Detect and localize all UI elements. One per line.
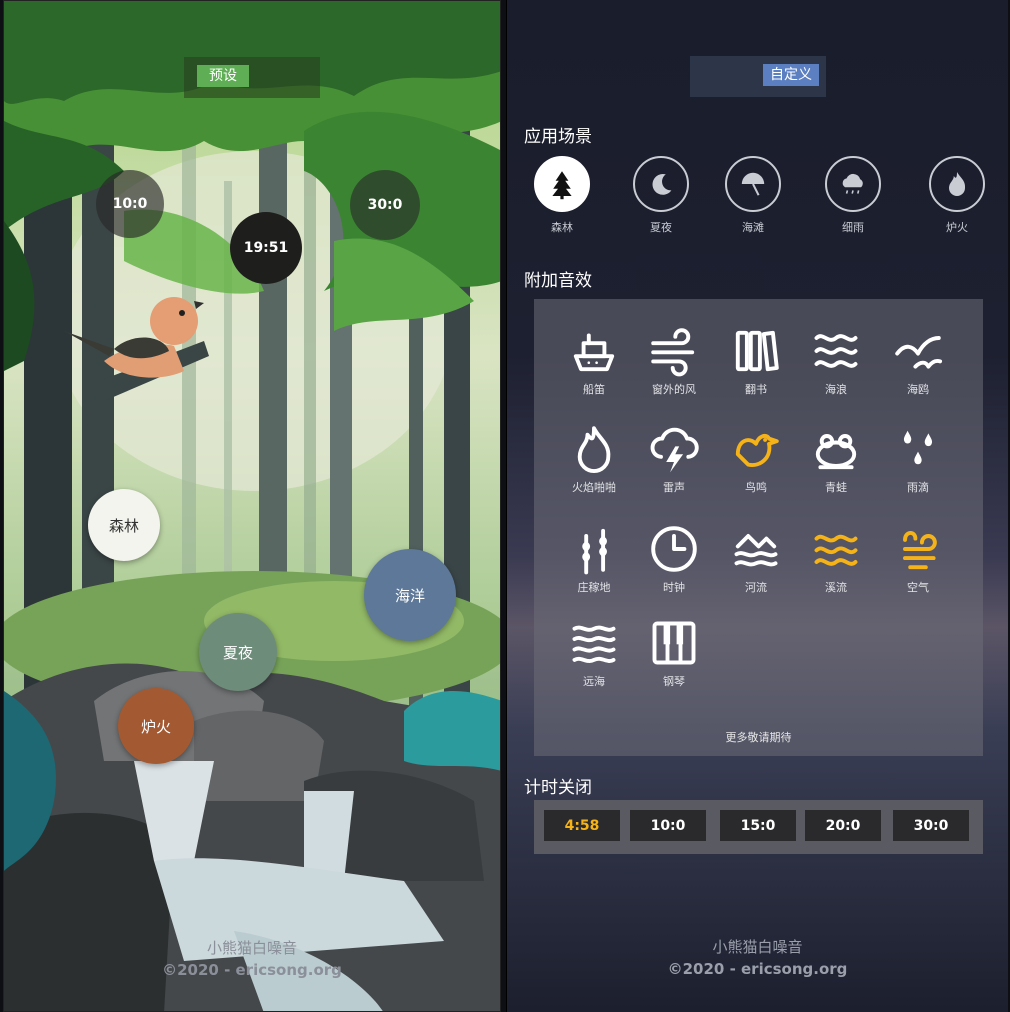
raindrops-icon [878, 423, 958, 475]
wheat-icon [554, 523, 634, 575]
umbrella-icon [725, 156, 781, 212]
scene-option-4[interactable]: 炉火 [917, 156, 997, 235]
footer-title: 小熊猫白噪音 [206, 939, 297, 957]
wind-icon [634, 325, 714, 377]
seagull-icon [878, 325, 958, 377]
sfx-label: 空气 [907, 581, 929, 594]
scene-option-2[interactable]: 海滩 [713, 156, 793, 235]
sfx-label: 河流 [745, 581, 767, 594]
scene-option-1[interactable]: 夏夜 [621, 156, 701, 235]
sfx-item-11[interactable]: 时钟 [634, 523, 714, 595]
sfx-label: 海浪 [825, 383, 847, 396]
scene-label: 森林 [551, 221, 573, 234]
scene-bubble-summer-night[interactable]: 夏夜 [199, 613, 277, 691]
sfx-label: 远海 [583, 675, 605, 688]
tree-icon [534, 156, 590, 212]
timer-options: 4:58 10:0 15:0 20:0 30:0 [534, 800, 983, 854]
timer-option-2[interactable]: 15:0 [720, 810, 796, 841]
timer-option-0[interactable]: 4:58 [544, 810, 620, 841]
bird-icon [716, 423, 796, 475]
more-coming-text: 更多敬请期待 [725, 731, 792, 744]
scene-option-3[interactable]: 细雨 [813, 156, 893, 235]
sfx-label: 船笛 [583, 383, 605, 396]
sfx-item-4[interactable]: 海鸥 [878, 325, 958, 397]
sfx-label: 窗外的风 [652, 383, 696, 396]
sfx-label: 钢琴 [663, 675, 685, 688]
sfx-grid: 更多敬请期待 船笛 窗外的风 翻书 海浪 海鸥火焰啪啪 雷声 鸟鸣 青蛙 雨滴庄稼地 时钟 河流 溪流… [534, 299, 983, 756]
ship-icon [554, 325, 634, 377]
sfx-label: 雨滴 [907, 481, 929, 494]
stream-icon [796, 523, 876, 575]
sfx-item-9[interactable]: 雨滴 [878, 423, 958, 495]
footer-copyright[interactable]: ©2020 - ericsong.org [507, 958, 1008, 980]
sfx-item-2[interactable]: 翻书 [716, 325, 796, 397]
section-title-sfx: 附加音效 [524, 271, 592, 291]
scene-label: 夏夜 [650, 221, 672, 234]
sfx-label: 翻书 [745, 383, 767, 396]
scene-bubble-forest[interactable]: 森林 [88, 489, 160, 561]
tab-preset[interactable]: 预设 [197, 65, 249, 87]
scene-bubble-fire[interactable]: 炉火 [118, 688, 194, 764]
sfx-item-16[interactable]: 钢琴 [634, 617, 714, 689]
scene-label: 炉火 [946, 221, 968, 234]
sfx-label: 火焰啪啪 [572, 481, 616, 494]
air-icon [878, 523, 958, 575]
sfx-item-7[interactable]: 鸟鸣 [716, 423, 796, 495]
thunder-icon [634, 423, 714, 475]
timer-option-3[interactable]: 20:0 [805, 810, 881, 841]
book-icon [716, 325, 796, 377]
sfx-label: 鸟鸣 [745, 481, 767, 494]
timer-circle-10[interactable]: 10:0 [96, 170, 164, 238]
sfx-item-0[interactable]: 船笛 [554, 325, 634, 397]
sfx-item-14[interactable]: 空气 [878, 523, 958, 595]
sfx-item-15[interactable]: 远海 [554, 617, 634, 689]
sfx-item-12[interactable]: 河流 [716, 523, 796, 595]
section-title-scenes: 应用场景 [524, 127, 592, 147]
scene-label: 细雨 [842, 221, 864, 234]
tab-custom[interactable]: 自定义 [763, 64, 819, 86]
fire-icon [554, 423, 634, 475]
sfx-label: 海鸥 [907, 383, 929, 396]
forest-illustration [4, 1, 500, 1011]
moon-icon [633, 156, 689, 212]
footer-copyright[interactable]: ©2020 - ericsong.org [4, 959, 500, 981]
sfx-item-1[interactable]: 窗外的风 [634, 325, 714, 397]
rain-cloud-icon [825, 156, 881, 212]
sfx-item-10[interactable]: 庄稼地 [554, 523, 634, 595]
clock-icon [634, 523, 714, 575]
sfx-item-13[interactable]: 溪流 [796, 523, 876, 595]
scene-label: 海滩 [742, 221, 764, 234]
sfx-item-5[interactable]: 火焰啪啪 [554, 423, 634, 495]
sfx-label: 青蛙 [825, 481, 847, 494]
river-icon [716, 523, 796, 575]
sfx-label: 溪流 [825, 581, 847, 594]
custom-panel: 自定义 应用场景 森林 夏夜 海滩 细雨 炉火 附加音效 更多敬请期待 船笛 窗外的风 翻书… [506, 0, 1008, 1012]
sfx-label: 时钟 [663, 581, 685, 594]
preset-panel: 预设 10:0 19:51 30:0 森林 海洋 夏夜 炉火 小熊猫白噪音 ©2… [3, 0, 501, 1012]
timer-option-1[interactable]: 10:0 [630, 810, 706, 841]
sfx-label: 庄稼地 [577, 581, 611, 594]
section-title-timer: 计时关闭 [524, 778, 592, 798]
sfx-label: 雷声 [663, 481, 685, 494]
timer-option-4[interactable]: 30:0 [893, 810, 969, 841]
scene-bubble-ocean[interactable]: 海洋 [364, 549, 456, 641]
footer-title: 小熊猫白噪音 [712, 938, 803, 956]
piano-icon [634, 617, 714, 669]
frog-icon [796, 423, 876, 475]
far-sea-icon [554, 617, 634, 669]
sfx-item-3[interactable]: 海浪 [796, 325, 876, 397]
sfx-item-8[interactable]: 青蛙 [796, 423, 876, 495]
waves-icon [796, 325, 876, 377]
timer-circle-30[interactable]: 30:0 [350, 170, 420, 240]
scene-option-0[interactable]: 森林 [522, 156, 602, 235]
timer-circle-current[interactable]: 19:51 [230, 212, 302, 284]
sfx-item-6[interactable]: 雷声 [634, 423, 714, 495]
flame-icon [929, 156, 985, 212]
